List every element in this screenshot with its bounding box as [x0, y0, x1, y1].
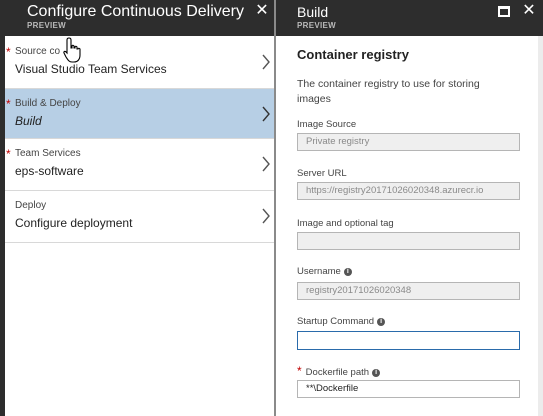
step-label: Deploy: [15, 200, 47, 211]
step-source-code[interactable]: * Source co Visual Studio Team Services: [5, 37, 274, 89]
required-marker: *: [6, 97, 11, 111]
section-description: The container registry to use for storin…: [297, 78, 480, 105]
step-deploy[interactable]: Deploy Configure deployment: [5, 191, 274, 243]
close-icon[interactable]: ✕: [520, 1, 538, 21]
section-title: Container registry: [297, 47, 409, 62]
configure-continuous-delivery-blade: Configure Continuous Delivery PREVIEW ✕ …: [5, 0, 274, 416]
image-source-field: Private registry: [297, 133, 520, 151]
chevron-right-icon: [262, 106, 270, 122]
blade-subtitle: PREVIEW: [297, 21, 336, 30]
startup-command-input[interactable]: [297, 331, 520, 350]
close-icon[interactable]: ✕: [253, 1, 271, 21]
step-label: Build & Deploy: [15, 98, 81, 109]
startup-command-label: Startup Command i: [297, 316, 386, 327]
blade-header: Build PREVIEW ✕: [276, 0, 543, 36]
step-team-services[interactable]: * Team Services eps-software: [5, 139, 274, 191]
required-marker: *: [6, 45, 11, 59]
blade-subtitle: PREVIEW: [27, 21, 66, 30]
username-field: registry20171026020348: [297, 282, 520, 300]
scrollbar-track[interactable]: [538, 36, 543, 416]
server-url-label: Server URL: [297, 168, 347, 179]
step-value: eps-software: [15, 164, 84, 178]
blade-header: Configure Continuous Delivery PREVIEW ✕: [5, 0, 274, 36]
info-icon[interactable]: i: [343, 268, 352, 276]
info-icon[interactable]: i: [377, 318, 386, 326]
blade-title: Configure Continuous Delivery: [27, 3, 244, 20]
username-label: Username i: [297, 266, 352, 277]
chevron-right-icon: [262, 208, 270, 224]
chevron-right-icon: [262, 156, 270, 172]
step-value: Configure deployment: [15, 216, 133, 230]
step-label: Team Services: [15, 148, 81, 159]
blade-title: Build: [297, 4, 329, 20]
image-tag-label: Image and optional tag: [297, 218, 394, 229]
chevron-right-icon: [262, 54, 270, 70]
step-value: Build: [15, 114, 42, 128]
step-build-deploy[interactable]: * Build & Deploy Build: [5, 89, 274, 139]
dockerfile-path-input[interactable]: **\Dockerfile: [297, 380, 520, 398]
maximize-icon[interactable]: [498, 6, 510, 17]
required-marker: *: [6, 147, 11, 161]
info-icon[interactable]: i: [372, 369, 381, 377]
server-url-field: https://registry20171026020348.azurecr.i…: [297, 182, 520, 200]
step-value: Visual Studio Team Services: [15, 62, 167, 76]
step-label: Source co: [15, 46, 61, 57]
dockerfile-path-label: * Dockerfile path i: [297, 364, 381, 378]
build-blade: Build PREVIEW ✕ Container registry The c…: [276, 0, 543, 416]
image-source-label: Image Source: [297, 119, 357, 130]
required-marker: *: [297, 364, 302, 378]
image-tag-field: [297, 232, 520, 250]
